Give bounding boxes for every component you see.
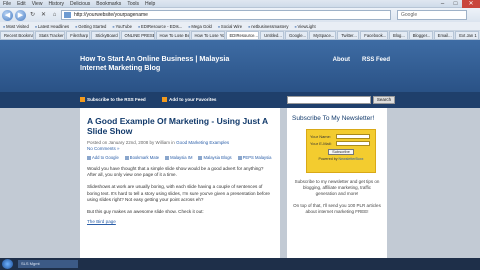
newsletter-name-input[interactable] xyxy=(336,133,370,139)
bookmark-item[interactable]: ViewLight xyxy=(291,24,318,29)
post-meta-text: Posted on January 22nd, 2008 by William … xyxy=(87,140,177,145)
browser-tab[interactable]: MySpace... xyxy=(309,31,337,39)
bookmark-item[interactable]: Latest Headlines xyxy=(32,24,72,29)
reload-icon[interactable]: ↻ xyxy=(28,11,37,20)
site-search-button[interactable]: Search xyxy=(373,96,395,104)
sidebar: Subscribe To My Newsletter! Your Name: Y… xyxy=(287,108,387,258)
post-category-link[interactable]: Good Marketing Examples xyxy=(176,140,229,145)
site-header: How To Start An Online Business | Malays… xyxy=(0,40,480,92)
post-article: A Good Example Of Marketing - Using Just… xyxy=(80,108,280,258)
menu-view[interactable]: View xyxy=(29,1,46,7)
browser-tab[interactable]: Stats Tracker xyxy=(35,31,66,39)
browser-tab[interactable]: Recent Bookmarks xyxy=(0,31,34,39)
social-bookmark-links: Add to Google Bookmark Mate Malaysia IM … xyxy=(87,155,273,160)
taskbar-app[interactable]: SLS Mgmt xyxy=(18,260,78,268)
newsletter-form: Your Name: Your E-Mail: Subscribe Powere… xyxy=(306,129,376,173)
newsletter-title: Subscribe To My Newsletter! xyxy=(292,115,375,122)
social-link[interactable]: Bookmark Mate xyxy=(125,155,159,160)
browser-tab[interactable]: How To Lose Your Belly xyxy=(190,31,225,39)
post-paragraph: Would you have thought that a simple sli… xyxy=(87,166,264,178)
content-area: A Good Example Of Marketing - Using Just… xyxy=(0,108,480,258)
web-page: How To Start An Online Business | Malays… xyxy=(0,40,480,258)
menu-edit[interactable]: Edit xyxy=(14,1,29,7)
bookmark-item[interactable]: netbusinessmastery xyxy=(245,24,291,29)
browser-tab[interactable]: Google... xyxy=(285,31,309,39)
browser-tab[interactable]: StickyBoard xyxy=(91,31,120,39)
menu-bookmarks[interactable]: Bookmarks xyxy=(93,1,124,7)
menu-help[interactable]: Help xyxy=(142,1,158,7)
bookmark-item[interactable]: Mega Gold xyxy=(185,24,215,29)
browser-tab[interactable]: FileSharp xyxy=(66,31,91,39)
name-label: Your Name: xyxy=(310,133,331,139)
navigation-toolbar: ◀ ▶ ↻ ✕ ⌂ http://yourwebsite/yourpagenam… xyxy=(0,8,480,22)
browser-tab[interactable]: Facebook... xyxy=(360,31,388,39)
newsletter-email-row: Your E-Mail: xyxy=(310,140,372,146)
address-bar[interactable]: http://yourwebsite/yourpagename xyxy=(61,10,391,20)
add-favorites-link[interactable]: Add to your Favorites xyxy=(162,97,216,102)
social-link[interactable]: Add to Google xyxy=(87,155,119,160)
site-nav: About RSS Feed xyxy=(333,57,390,63)
bookmarks-toolbar: Most Visited Latest Headlines Getting St… xyxy=(0,22,480,31)
bookmark-item[interactable]: Most Visited xyxy=(0,24,32,29)
newsletter-subscribe-button[interactable]: Subscribe xyxy=(328,149,354,155)
newsletter-offer: On top of that, I'll send you 100 PLR ar… xyxy=(293,203,381,214)
maximize-icon[interactable]: □ xyxy=(449,0,462,8)
newsletter-email-input[interactable] xyxy=(336,140,370,146)
bookmark-item[interactable]: Social Wire xyxy=(215,24,245,29)
post-title[interactable]: A Good Example Of Marketing - Using Just… xyxy=(87,116,273,136)
browser-tab[interactable]: Email... xyxy=(433,31,455,39)
newsletter-name-row: Your Name: xyxy=(310,133,372,139)
close-icon[interactable]: ✕ xyxy=(462,0,480,8)
powered-by-text: Powered by xyxy=(318,157,339,161)
browser-tab[interactable]: Blog... xyxy=(389,31,408,39)
browser-tab[interactable]: Twitter... xyxy=(337,31,360,39)
back-icon[interactable]: ◀ xyxy=(2,9,13,21)
powered-by: Powered by NewsletterBoxx xyxy=(310,157,372,161)
email-label: Your E-Mail: xyxy=(310,140,332,146)
browser-tab-active[interactable]: EDIResource... xyxy=(225,31,260,39)
browser-tab[interactable]: Untitled... xyxy=(260,31,285,39)
taskbar: SLS Mgmt xyxy=(0,258,480,270)
minimize-icon[interactable]: – xyxy=(436,0,449,8)
browser-tab[interactable]: Blogger... xyxy=(408,31,433,39)
site-title[interactable]: How To Start An Online Business | Malays… xyxy=(80,54,230,72)
social-link[interactable]: Malaysia Blogs xyxy=(198,155,231,160)
browser-tab[interactable]: ONLINE PRESENTATION xyxy=(120,31,155,39)
post-paragraph: Slideshows at work are usually boring, w… xyxy=(87,184,270,202)
menu-file[interactable]: File xyxy=(0,1,14,7)
post-comments-link[interactable]: No Comments » xyxy=(87,146,120,151)
nav-about-link[interactable]: About xyxy=(333,57,350,63)
bookmark-item[interactable]: EDIResource - EDIs... xyxy=(135,24,185,29)
menu-history[interactable]: History xyxy=(45,1,67,7)
start-button[interactable] xyxy=(2,259,13,269)
newsletter-description: Subscribe to my newsletter and get tips … xyxy=(294,179,380,196)
subscribe-rss-link[interactable]: Subscribe to the RSS Feed xyxy=(80,97,146,102)
subscribe-bar: Subscribe to the RSS Feed Add to your Fa… xyxy=(0,92,480,108)
browser-tab[interactable]: Ext Jan 1 xyxy=(455,31,479,39)
browser-menubar: File Edit View History Delicious Bookmar… xyxy=(0,0,480,8)
forward-icon[interactable]: ▶ xyxy=(15,9,26,21)
nav-rss-link[interactable]: RSS Feed xyxy=(362,57,390,63)
bookmark-item[interactable]: YouTube xyxy=(109,24,135,29)
social-link[interactable]: Malaysia IM xyxy=(165,155,192,160)
powered-by-link[interactable]: NewsletterBoxx xyxy=(339,157,364,161)
post-meta: Posted on January 22nd, 2008 by William … xyxy=(87,140,273,151)
site-search-input[interactable] xyxy=(287,96,371,104)
browser-tab[interactable]: How To Lose Belly Fat xyxy=(155,31,190,39)
tab-strip: Recent Bookmarks Stats Tracker FileSharp… xyxy=(0,31,480,40)
home-icon[interactable]: ⌂ xyxy=(50,11,59,20)
stop-icon[interactable]: ✕ xyxy=(39,11,48,20)
menu-delicious[interactable]: Delicious xyxy=(67,1,93,7)
post-paragraph: But this guy makes an awesome slide show… xyxy=(87,209,204,215)
video-link[interactable]: The Bird page xyxy=(87,219,273,224)
browser-search-input[interactable]: Google xyxy=(397,10,467,20)
window-controls: – □ ✕ xyxy=(436,0,480,8)
menu-tools[interactable]: Tools xyxy=(124,1,142,7)
social-link[interactable]: PEPS Malaysia xyxy=(238,155,272,160)
bookmark-item[interactable]: Getting Started xyxy=(72,24,109,29)
